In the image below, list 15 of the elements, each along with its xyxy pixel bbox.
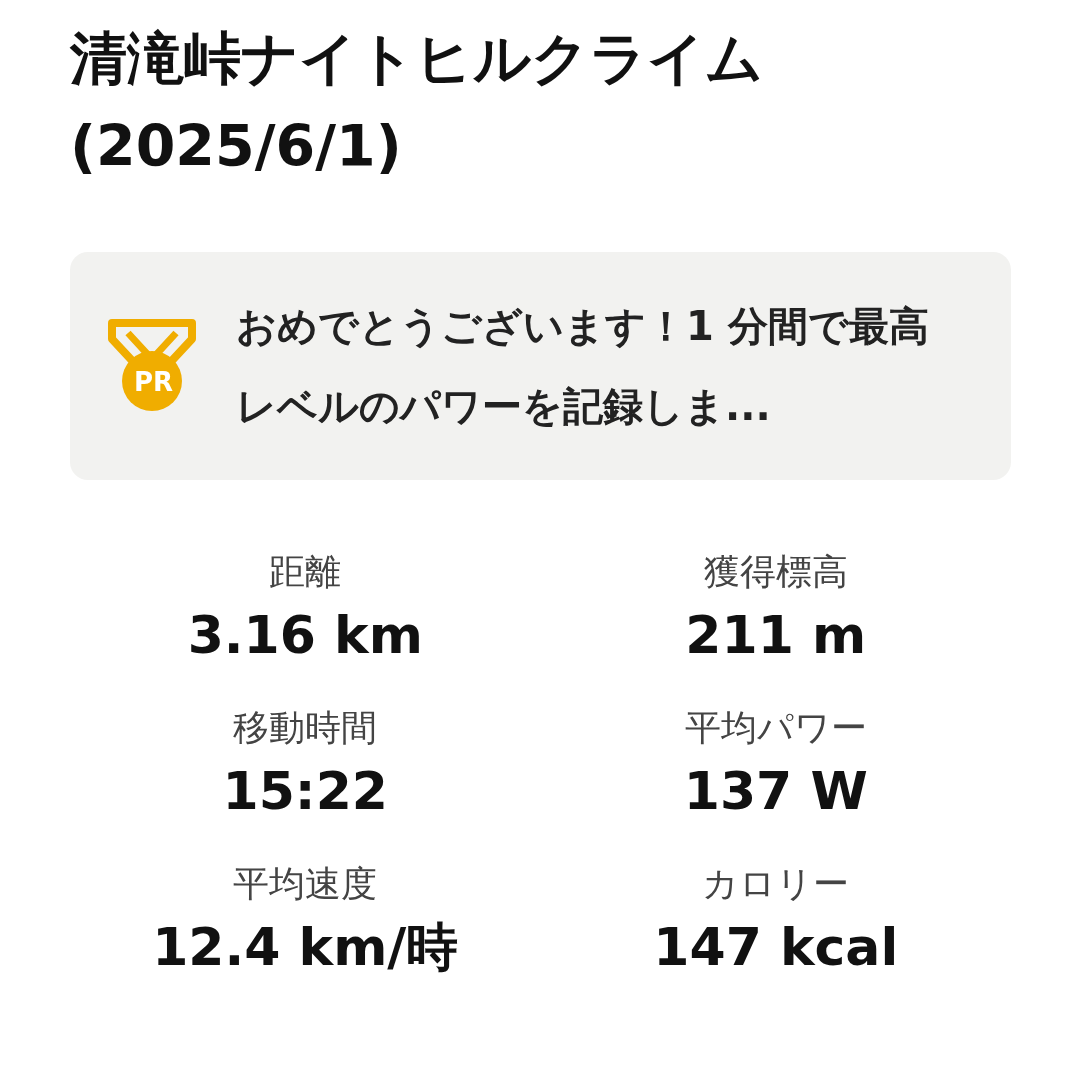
stat-label: 平均パワー: [684, 706, 867, 750]
stat-value: 147 kcal: [653, 916, 899, 979]
stat-label: 獲得標高: [703, 550, 848, 594]
stat-value: 15:22: [222, 760, 388, 823]
stat-label: 移動時間: [233, 706, 378, 750]
stat-label: 平均速度: [233, 862, 378, 906]
medal-icon: [108, 319, 196, 413]
stat-value: 137 W: [683, 760, 868, 823]
stat-value: 12.4 km/時: [152, 916, 459, 979]
activity-title: 清滝峠ナイトヒルクライム (2025/6/1): [70, 24, 764, 181]
stat-label: カロリー: [702, 862, 850, 906]
stat-value: 3.16 km: [187, 604, 423, 667]
stat-value: 211 m: [685, 604, 867, 667]
stat-label: 距離: [269, 550, 342, 594]
achievement-message: おめでとうございます！1 分間で最高レベルのパワーを記録しま...: [236, 302, 930, 431]
